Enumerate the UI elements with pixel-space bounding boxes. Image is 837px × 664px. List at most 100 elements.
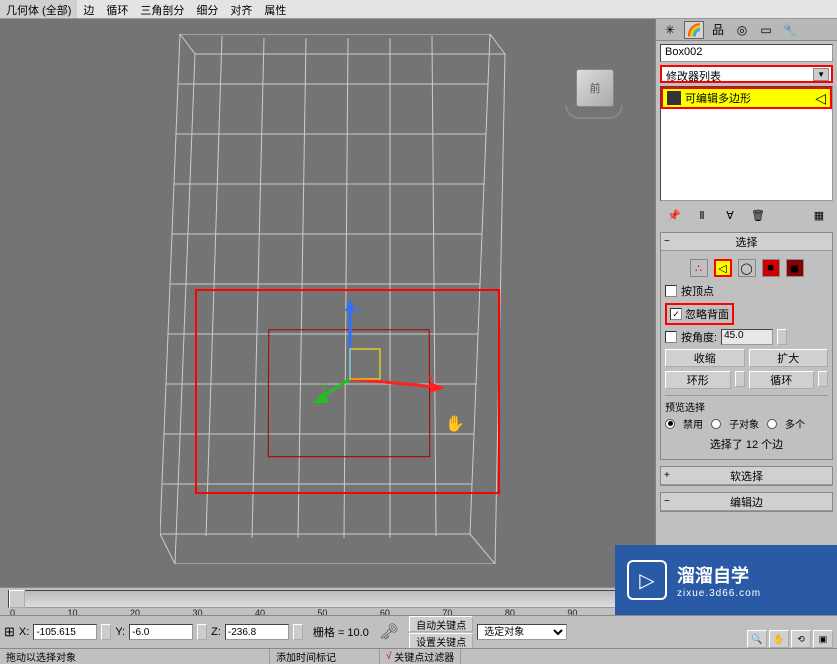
menu-align[interactable]: 对齐 — [224, 0, 258, 18]
viewport[interactable]: z x y ✋ 前 — [0, 19, 655, 587]
x-coord-input[interactable] — [33, 624, 97, 640]
playback-controls: 🔍 ✋ ⟲ ▣ — [747, 630, 833, 648]
make-unique-icon[interactable]: ∀ — [720, 206, 740, 224]
timeline-slider[interactable] — [9, 590, 25, 608]
by-angle-label: 按角度: — [681, 329, 717, 345]
svg-text:y: y — [322, 381, 327, 392]
nav-max-icon[interactable]: ▣ — [813, 630, 833, 648]
add-time-tag[interactable]: 添加时间标记 — [270, 649, 380, 664]
preview-multi-label: 多个 — [785, 416, 805, 431]
angle-spinner[interactable]: 45.0 — [721, 329, 773, 345]
menu-geometry[interactable]: 几何体 (全部) — [0, 0, 77, 18]
ring-spinner[interactable] — [735, 371, 745, 387]
nav-zoom-icon[interactable]: 🔍 — [747, 630, 767, 648]
nav-pan-icon[interactable]: ✋ — [769, 630, 789, 648]
modifier-stack[interactable]: 可编辑多边形 ◁ — [660, 86, 833, 201]
modifier-expand-icon[interactable]: ◁ — [815, 90, 826, 107]
key-target-dropdown[interactable]: 选定对象 — [477, 624, 567, 640]
subobject-level-row: ∴ ◁ ◯ ■ ◼ — [665, 255, 828, 281]
svg-text:z: z — [356, 305, 361, 316]
rollout-selection-title: 选择 — [736, 234, 758, 250]
nav-orbit-icon[interactable]: ⟲ — [791, 630, 811, 648]
y-coord-input[interactable] — [129, 624, 193, 640]
watermark-url: zixue.3d66.com — [677, 588, 761, 599]
rollout-softsel-title: 软选择 — [730, 468, 763, 484]
element-level-button[interactable]: ◼ — [786, 259, 804, 277]
menu-subdivide[interactable]: 细分 — [190, 0, 224, 18]
viewcube[interactable]: 前 — [565, 69, 625, 129]
border-level-button[interactable]: ◯ — [738, 259, 756, 277]
command-panel-tabs: ✳ 🌈 品 ◎ ▭ 🔧 — [656, 19, 837, 41]
rollout-edit-edges-header[interactable]: − 编辑边 — [661, 493, 832, 511]
pan-cursor-icon: ✋ — [445, 414, 465, 434]
preview-multi-radio[interactable] — [767, 419, 777, 429]
rollout-soft-selection-header[interactable]: + 软选择 — [661, 467, 832, 485]
edge-level-button[interactable]: ◁ — [714, 259, 732, 277]
modifier-editable-poly[interactable]: 可编辑多边形 ◁ — [661, 87, 832, 109]
modifier-list-dropdown[interactable]: 修改器列表 — [660, 65, 833, 83]
show-end-result-icon[interactable]: Ⅱ — [692, 206, 712, 224]
y-label: Y: — [115, 626, 125, 638]
watermark-banner: ▷ 溜溜自学 zixue.3d66.com — [615, 545, 837, 615]
loop-button[interactable]: 循环 — [749, 371, 815, 389]
loop-spinner[interactable] — [818, 371, 828, 387]
menu-loop[interactable]: 循环 — [100, 0, 134, 18]
modifier-item-label: 可编辑多边形 — [685, 90, 751, 106]
annotation-ignore-backfacing: ✓ 忽略背面 — [665, 303, 734, 325]
preview-subobj-radio[interactable] — [711, 419, 721, 429]
rollout-editedges-title: 编辑边 — [730, 494, 763, 510]
move-gizmo[interactable]: z x y — [310, 299, 450, 409]
status-hint: 拖动以选择对象 — [0, 649, 270, 664]
selection-status: 选择了 12 个边 — [665, 433, 828, 455]
y-spinner[interactable] — [197, 624, 207, 640]
by-angle-checkbox[interactable] — [665, 331, 677, 343]
polygon-level-button[interactable]: ■ — [762, 259, 780, 277]
hierarchy-tab-icon[interactable]: 品 — [708, 21, 728, 39]
grow-button[interactable]: 扩大 — [749, 349, 829, 367]
timeline[interactable]: 01020 304050 607080 90100 — [0, 587, 655, 615]
key-filters-label[interactable]: √ 关键点过滤器 — [380, 649, 461, 664]
object-name-field[interactable]: Box002 — [660, 44, 833, 62]
axis-lock-icon[interactable]: ⊞ — [4, 624, 15, 640]
menu-triangulate[interactable]: 三角剖分 — [134, 0, 190, 18]
z-spinner[interactable] — [293, 624, 303, 640]
timeline-track[interactable] — [8, 590, 647, 608]
rollout-selection-header[interactable]: − 选择 — [661, 233, 832, 251]
modifier-stack-toolbar: 📌 Ⅱ ∀ 🗑 ▦ — [660, 204, 833, 226]
by-vertex-label: 按顶点 — [681, 283, 714, 299]
vertex-level-button[interactable]: ∴ — [690, 259, 708, 277]
pin-stack-icon[interactable]: 📌 — [664, 206, 684, 224]
set-key-button[interactable]: 设置关键点 — [409, 633, 473, 649]
menu-edge[interactable]: 边 — [77, 0, 100, 18]
grid-size-label: 栅格 = 10.0 — [313, 624, 369, 640]
preview-off-radio[interactable] — [665, 419, 675, 429]
coordinate-bar: ⊞ X: Y: Z: 栅格 = 10.0 🗝 自动关键点 设置关键点 选定对象 — [0, 615, 837, 648]
z-label: Z: — [211, 626, 221, 638]
modifier-item-icon — [667, 91, 681, 105]
rollout-edit-edges: − 编辑边 — [660, 492, 833, 512]
display-tab-icon[interactable]: ▭ — [756, 21, 776, 39]
shrink-button[interactable]: 收缩 — [665, 349, 745, 367]
remove-modifier-icon[interactable]: 🗑 — [748, 206, 768, 224]
create-tab-icon[interactable]: ✳ — [660, 21, 680, 39]
rollout-soft-selection: + 软选择 — [660, 466, 833, 486]
x-label: X: — [19, 626, 29, 638]
collapse-icon: − — [664, 496, 670, 507]
menu-properties[interactable]: 属性 — [258, 0, 292, 18]
svg-text:x: x — [428, 373, 433, 384]
angle-spinner-buttons[interactable] — [777, 329, 787, 345]
collapse-icon: + — [664, 470, 670, 481]
z-coord-input[interactable] — [225, 624, 289, 640]
x-spinner[interactable] — [101, 624, 111, 640]
ignore-backfacing-checkbox[interactable]: ✓ — [670, 308, 682, 320]
configure-stack-icon[interactable]: ▦ — [809, 206, 829, 224]
auto-key-button[interactable]: 自动关键点 — [409, 616, 473, 632]
motion-tab-icon[interactable]: ◎ — [732, 21, 752, 39]
by-vertex-checkbox[interactable] — [665, 285, 677, 297]
key-lock-icon[interactable]: 🗝 — [379, 622, 399, 642]
menu-bar: 几何体 (全部) 边 循环 三角剖分 细分 对齐 属性 — [0, 0, 837, 19]
ring-button[interactable]: 环形 — [665, 371, 731, 389]
preview-selection-label: 预览选择 — [665, 399, 828, 414]
modify-tab-icon[interactable]: 🌈 — [684, 21, 704, 39]
utilities-tab-icon[interactable]: 🔧 — [780, 21, 800, 39]
